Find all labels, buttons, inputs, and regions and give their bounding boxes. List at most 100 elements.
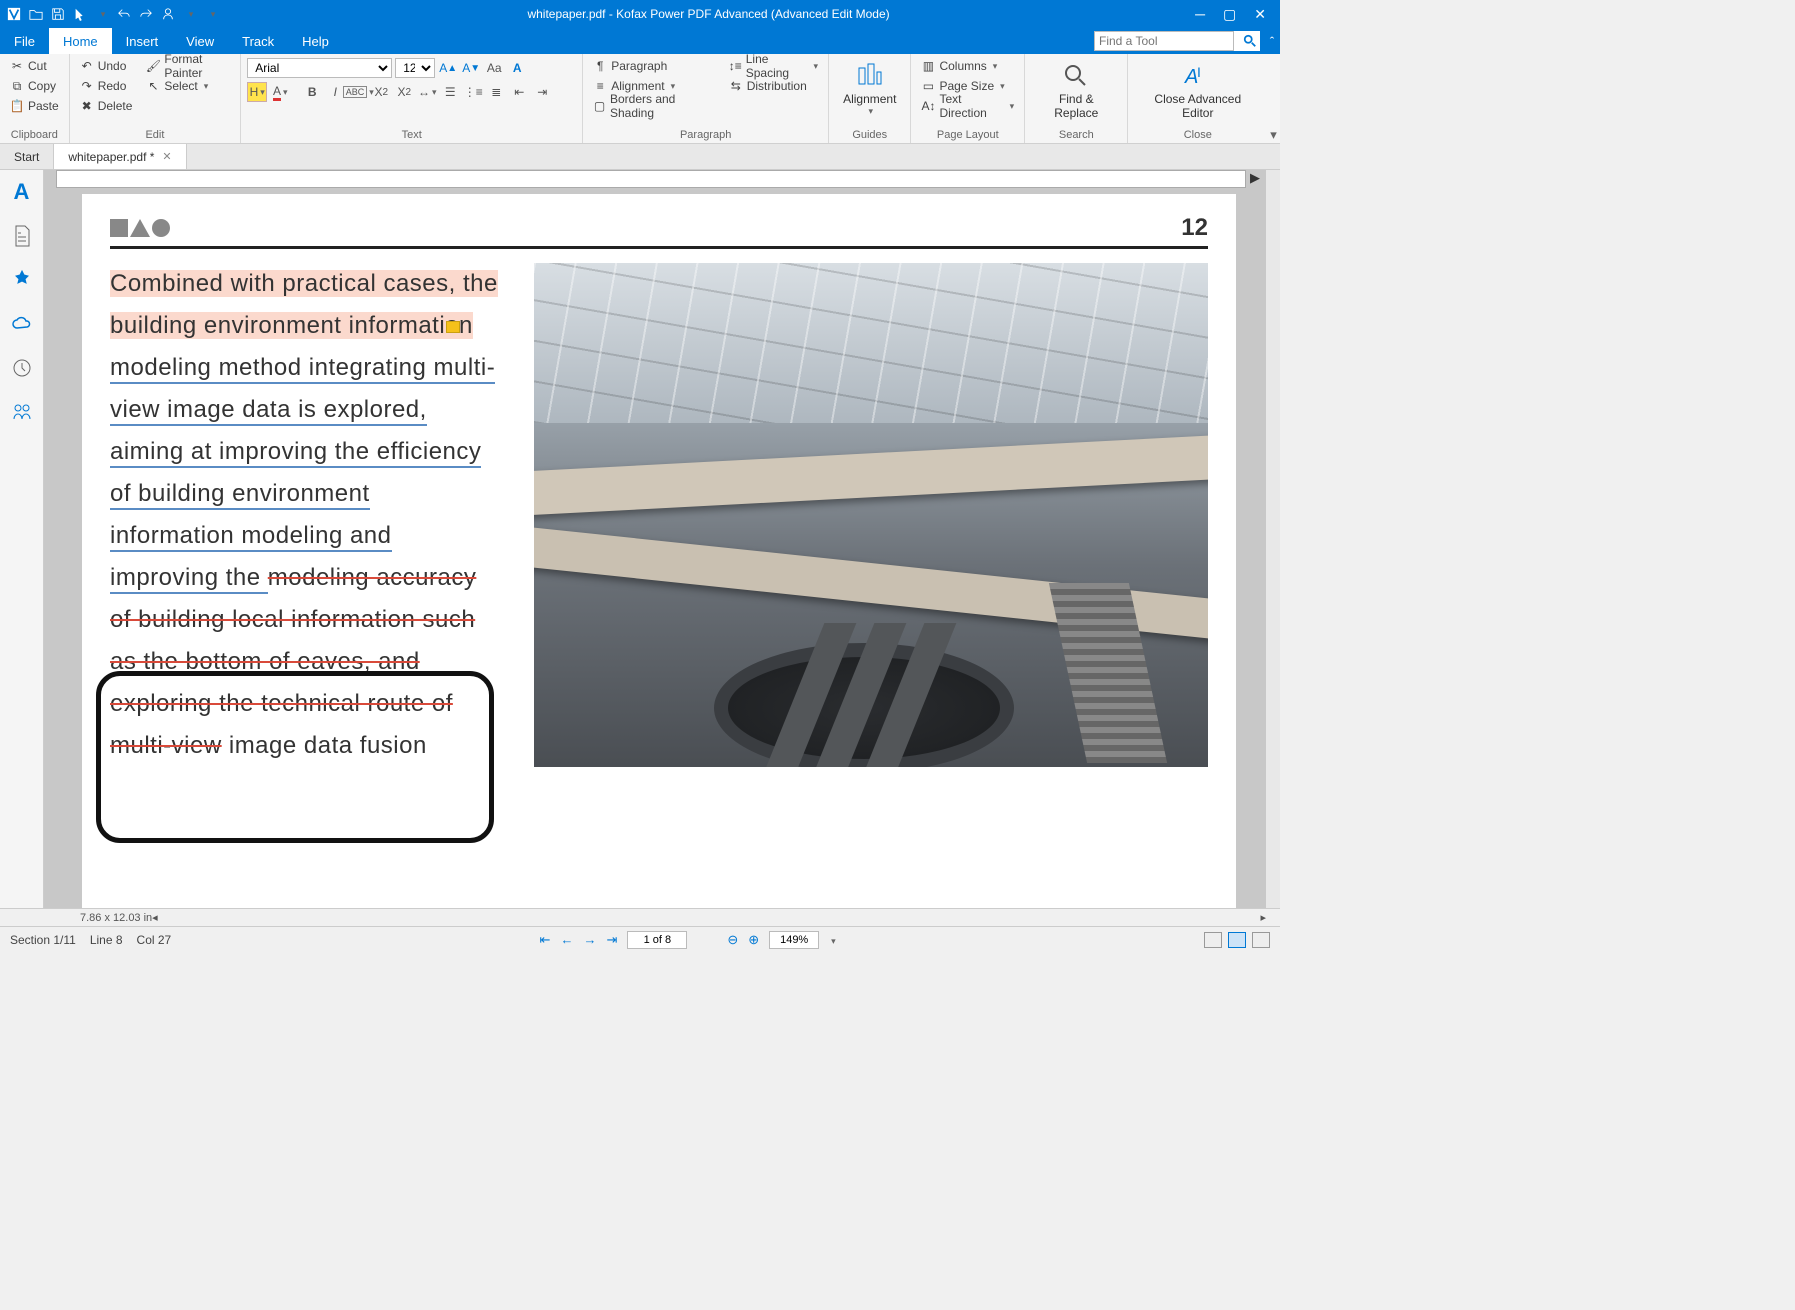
highlight-color-button[interactable]: H [247,82,267,102]
font-size-select[interactable]: 12 [395,58,435,78]
copy-button[interactable]: ⧉Copy [6,76,63,96]
decrease-indent-button[interactable]: ⇤ [509,82,529,102]
ribbon-expand-icon[interactable]: ▾ [1267,54,1280,143]
collapse-ribbon-icon[interactable]: ˆ [1264,34,1280,49]
cursor-dropdown-icon[interactable] [92,4,112,24]
tab-help[interactable]: Help [288,28,343,54]
tab-home[interactable]: Home [49,28,112,54]
zoom-out-icon[interactable]: ⊖ [727,932,738,948]
close-editor-button[interactable]: AI Close Advanced Editor [1134,56,1261,124]
next-page-icon[interactable]: → [583,932,596,947]
vertical-scrollbar[interactable] [1266,170,1280,908]
find-replace-button[interactable]: Find & Replace [1031,56,1121,124]
undo-button[interactable]: ↶Undo [76,56,137,76]
clear-format-icon[interactable]: A [507,58,527,78]
columns-button[interactable]: ▥Columns [917,56,1018,76]
circle-icon [152,219,170,237]
doctab-start[interactable]: Start [0,144,54,169]
tab-track[interactable]: Track [228,28,288,54]
panel-expand-icon[interactable]: ▶ [1250,170,1264,184]
line-spacing-button[interactable]: ↕≡Line Spacing [725,56,822,76]
window-controls: ─ ▢ ✕ [1195,6,1280,23]
bullets-button[interactable]: ☰ [440,82,460,102]
cloud-icon[interactable] [10,312,34,336]
line-spacing-icon: ↕≡ [729,59,742,73]
tab-file[interactable]: File [0,28,49,54]
collaborate-icon[interactable] [10,400,34,424]
redo-icon[interactable] [136,4,156,24]
two-page-view-button[interactable] [1252,932,1270,948]
superscript-button[interactable]: X2 [371,82,391,102]
comment-marker-icon[interactable] [446,321,460,333]
group-guides: Alignment Guides [829,54,911,143]
first-page-icon[interactable]: ⇤ [540,932,551,948]
text-tool-icon[interactable]: A [10,180,34,204]
close-icon[interactable]: ✕ [1254,6,1266,23]
font-family-select[interactable]: Arial [247,58,392,78]
page-of-input[interactable] [627,931,687,949]
tab-view[interactable]: View [172,28,228,54]
alignment-label: Alignment [611,79,664,93]
increase-indent-button[interactable]: ⇥ [532,82,552,102]
minimize-icon[interactable]: ─ [1195,6,1205,23]
select-button[interactable]: ↖Select [142,76,234,96]
paragraph-button[interactable]: ¶Paragraph [589,56,717,76]
user-icon[interactable] [158,4,178,24]
document-tabs: Start whitepaper.pdf * ✕ [0,144,1280,170]
distribution-label: Distribution [747,79,807,93]
zoom-dropdown-icon[interactable] [829,932,836,947]
history-icon[interactable] [10,356,34,380]
hscroll-left-icon[interactable]: ◂ [152,911,158,924]
close-tab-icon[interactable]: ✕ [162,150,171,163]
undo-icon[interactable] [114,4,134,24]
outline-icon[interactable] [10,224,34,248]
redo-button[interactable]: ↷Redo [76,76,137,96]
text-direction-button[interactable]: A↕Text Direction [917,96,1018,116]
save-icon[interactable] [48,4,68,24]
delete-button[interactable]: ✖Delete [76,96,137,116]
text-column[interactable]: Combined with practical cases, the build… [110,263,500,767]
zoom-input[interactable] [769,931,819,949]
document-canvas[interactable]: ▶ 12 Combined with practical cases, the … [44,170,1266,908]
zoom-in-icon[interactable]: ⊕ [748,932,759,948]
tab-insert[interactable]: Insert [112,28,173,54]
borders-button[interactable]: ▢Borders and Shading [589,96,717,116]
shrink-font-icon[interactable]: A▼ [461,58,481,78]
copy-label: Copy [28,79,56,93]
paste-button[interactable]: 📋Paste [6,96,63,116]
alignment-guides-button[interactable]: Alignment [835,56,904,121]
change-case-icon[interactable]: Aa [484,58,504,78]
redo-label: Redo [98,79,127,93]
search-icon[interactable] [1240,34,1260,48]
font-color-button[interactable]: A [270,82,290,102]
underline-button[interactable]: ABC [348,82,368,102]
open-icon[interactable] [26,4,46,24]
multilevel-button[interactable]: ≣ [486,82,506,102]
doctab-whitepaper[interactable]: whitepaper.pdf * ✕ [54,144,186,169]
bold-button[interactable]: B [302,82,322,102]
grow-font-icon[interactable]: A▲ [438,58,458,78]
cut-button[interactable]: ✂Cut [6,56,63,76]
numbering-button[interactable]: ⋮≡ [463,82,483,102]
find-tool-input[interactable] [1094,31,1234,51]
hscroll-right-icon[interactable]: ▸ [1260,911,1266,924]
last-page-icon[interactable]: ⇥ [606,932,617,948]
user-dropdown-icon[interactable] [180,4,200,24]
distribution-button[interactable]: ⇆Distribution [725,76,822,96]
app-icon [4,4,24,24]
single-page-view-button[interactable] [1204,932,1222,948]
qat-customize-icon[interactable] [202,4,222,24]
prev-page-icon[interactable]: ← [560,932,573,947]
magnifier-icon [1060,60,1092,92]
continuous-view-button[interactable] [1228,932,1246,948]
svg-text:I: I [1197,64,1201,80]
format-painter-button[interactable]: 🖌Format Painter [142,56,234,76]
subscript-button[interactable]: X2 [394,82,414,102]
horizontal-ruler [56,170,1246,188]
stamp-icon[interactable] [10,268,34,292]
char-spacing-button[interactable]: ↔ [417,82,437,102]
cursor-icon[interactable] [70,4,90,24]
paintbrush-icon: 🖌 [146,59,160,73]
page-size-label: Page Size [939,79,994,93]
maximize-icon[interactable]: ▢ [1223,6,1236,23]
